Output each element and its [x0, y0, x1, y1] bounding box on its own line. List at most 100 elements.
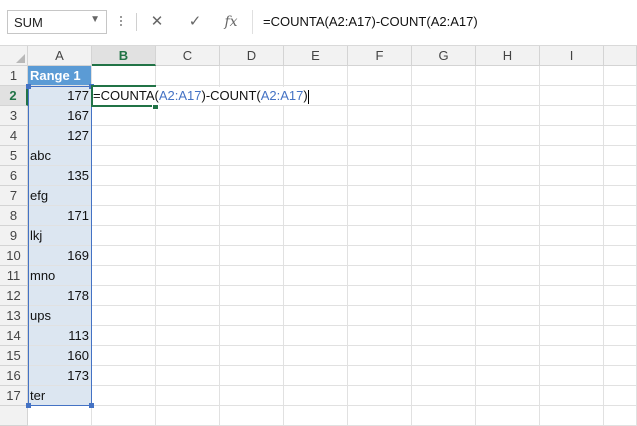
cell-g1[interactable]	[412, 66, 476, 86]
row-header-15[interactable]: 15	[0, 346, 28, 366]
cell-g3[interactable]	[412, 106, 476, 126]
cell-c8[interactable]	[156, 206, 220, 226]
cell-h1[interactable]	[476, 66, 540, 86]
row-header-18[interactable]	[0, 406, 28, 426]
cell-g13[interactable]	[412, 306, 476, 326]
cell-g7[interactable]	[412, 186, 476, 206]
drag-handle-icon[interactable]	[119, 10, 123, 32]
cell-i18[interactable]	[540, 406, 604, 426]
cell-h14[interactable]	[476, 326, 540, 346]
cell-h13[interactable]	[476, 306, 540, 326]
column-header-f[interactable]: F	[348, 46, 412, 66]
enter-check-icon[interactable]: ✓	[180, 10, 210, 34]
cell-b17[interactable]	[92, 386, 156, 406]
cell-j3[interactable]	[604, 106, 637, 126]
cell-i16[interactable]	[540, 366, 604, 386]
row-header-14[interactable]: 14	[0, 326, 28, 346]
column-header-h[interactable]: H	[476, 46, 540, 66]
cell-d1[interactable]	[220, 66, 284, 86]
cell-i6[interactable]	[540, 166, 604, 186]
row-header-4[interactable]: 4	[0, 126, 28, 146]
column-header-c[interactable]: C	[156, 46, 220, 66]
cell-g8[interactable]	[412, 206, 476, 226]
cell-d4[interactable]	[220, 126, 284, 146]
cell-d18[interactable]	[220, 406, 284, 426]
cell-h9[interactable]	[476, 226, 540, 246]
cell-b16[interactable]	[92, 366, 156, 386]
cell-j2[interactable]	[604, 86, 637, 106]
cell-a1[interactable]: Range 1	[28, 66, 92, 86]
cell-i8[interactable]	[540, 206, 604, 226]
cell-j18[interactable]	[604, 406, 637, 426]
column-header-b[interactable]: B	[92, 46, 156, 66]
cell-a3[interactable]: 167	[28, 106, 92, 126]
cell-a14[interactable]: 113	[28, 326, 92, 346]
cell-j16[interactable]	[604, 366, 637, 386]
cell-f3[interactable]	[348, 106, 412, 126]
cell-d14[interactable]	[220, 326, 284, 346]
cell-f11[interactable]	[348, 266, 412, 286]
cell-f7[interactable]	[348, 186, 412, 206]
cell-h15[interactable]	[476, 346, 540, 366]
cell-f1[interactable]	[348, 66, 412, 86]
cell-f9[interactable]	[348, 226, 412, 246]
cell-f10[interactable]	[348, 246, 412, 266]
cell-c14[interactable]	[156, 326, 220, 346]
chevron-down-icon[interactable]: ▼	[90, 14, 100, 25]
cell-g9[interactable]	[412, 226, 476, 246]
cell-a11[interactable]: mno	[28, 266, 92, 286]
cell-i13[interactable]	[540, 306, 604, 326]
cell-g17[interactable]	[412, 386, 476, 406]
cell-d13[interactable]	[220, 306, 284, 326]
cell-j8[interactable]	[604, 206, 637, 226]
cell-e14[interactable]	[284, 326, 348, 346]
cell-a13[interactable]: ups	[28, 306, 92, 326]
cell-g2[interactable]	[412, 86, 476, 106]
cell-g11[interactable]	[412, 266, 476, 286]
cell-h8[interactable]	[476, 206, 540, 226]
cell-d7[interactable]	[220, 186, 284, 206]
column-header-g[interactable]: G	[412, 46, 476, 66]
column-header-a[interactable]: A	[28, 46, 92, 66]
cell-h2[interactable]	[476, 86, 540, 106]
cell-d16[interactable]	[220, 366, 284, 386]
cell-i12[interactable]	[540, 286, 604, 306]
cell-d11[interactable]	[220, 266, 284, 286]
range-handle[interactable]	[89, 403, 94, 408]
cell-i14[interactable]	[540, 326, 604, 346]
cell-a12[interactable]: 178	[28, 286, 92, 306]
cell-g18[interactable]	[412, 406, 476, 426]
cell-f6[interactable]	[348, 166, 412, 186]
cell-i1[interactable]	[540, 66, 604, 86]
cell-c12[interactable]	[156, 286, 220, 306]
cell-f2[interactable]	[348, 86, 412, 106]
cell-d15[interactable]	[220, 346, 284, 366]
cell-a5[interactable]: abc	[28, 146, 92, 166]
cell-g16[interactable]	[412, 366, 476, 386]
cell-i2[interactable]	[540, 86, 604, 106]
cell-i5[interactable]	[540, 146, 604, 166]
cell-e15[interactable]	[284, 346, 348, 366]
cell-f8[interactable]	[348, 206, 412, 226]
cell-j12[interactable]	[604, 286, 637, 306]
cell-e17[interactable]	[284, 386, 348, 406]
cell-a18[interactable]	[28, 406, 92, 426]
cell-b14[interactable]	[92, 326, 156, 346]
row-header-2[interactable]: 2	[0, 86, 28, 106]
cell-i4[interactable]	[540, 126, 604, 146]
cell-h7[interactable]	[476, 186, 540, 206]
cell-b3[interactable]	[92, 106, 156, 126]
cell-d8[interactable]	[220, 206, 284, 226]
row-header-10[interactable]: 10	[0, 246, 28, 266]
cell-h12[interactable]	[476, 286, 540, 306]
cancel-x-icon[interactable]: ✕	[142, 10, 172, 34]
cell-j14[interactable]	[604, 326, 637, 346]
cell-j13[interactable]	[604, 306, 637, 326]
cell-d5[interactable]	[220, 146, 284, 166]
cell-b5[interactable]	[92, 146, 156, 166]
row-header-11[interactable]: 11	[0, 266, 28, 286]
cell-b6[interactable]	[92, 166, 156, 186]
cell-g10[interactable]	[412, 246, 476, 266]
cell-f14[interactable]	[348, 326, 412, 346]
cell-c13[interactable]	[156, 306, 220, 326]
